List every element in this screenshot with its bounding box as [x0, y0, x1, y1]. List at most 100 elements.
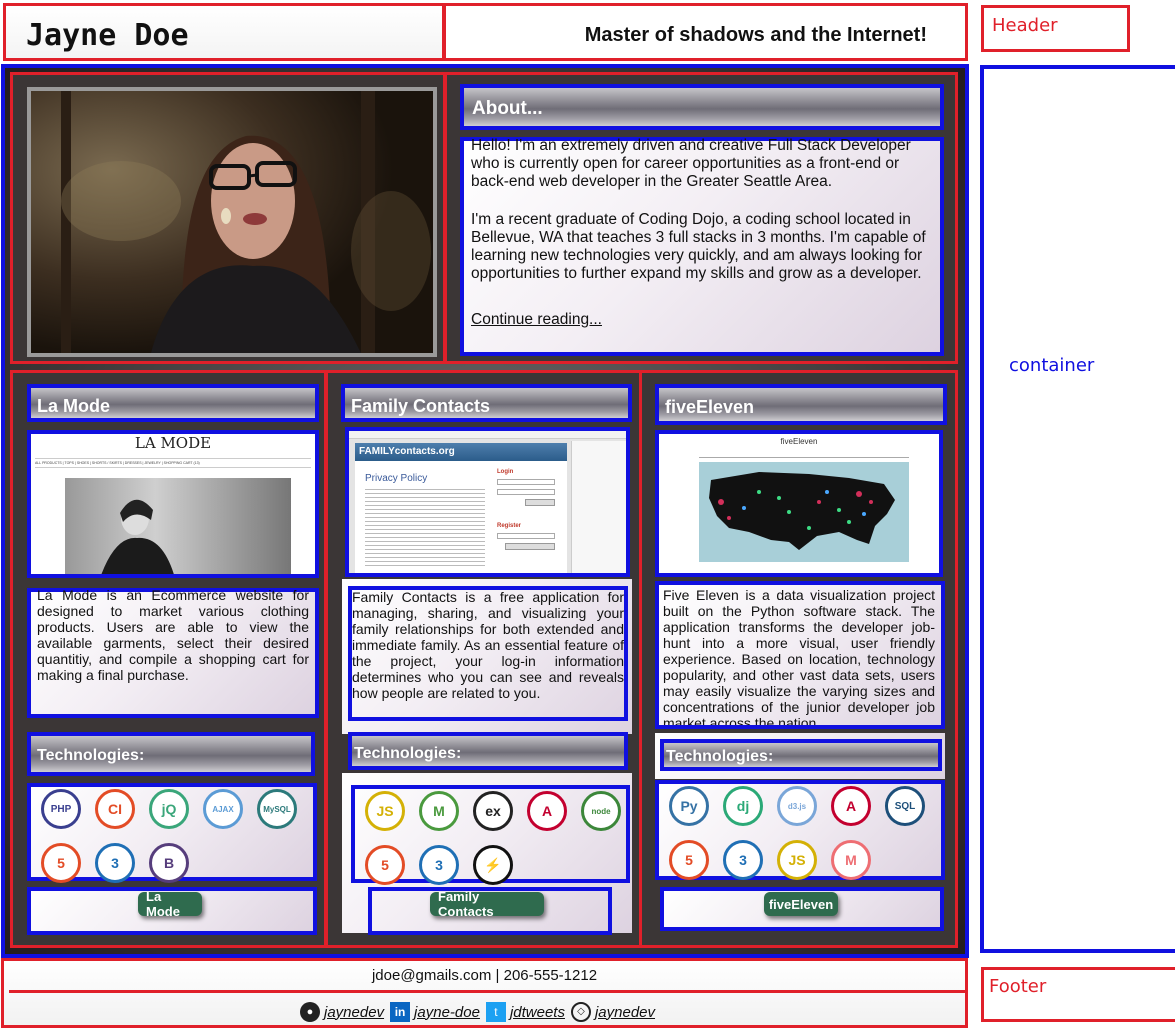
screenshot-email-field — [497, 533, 555, 539]
angular-icon: A — [831, 786, 871, 826]
profile-photo-box — [10, 72, 446, 364]
technology-icons: Py dj d3.js A SQL 5 3 JS M — [655, 780, 945, 880]
project-screenshot[interactable]: FAMILYcontacts.org Privacy Policy Login … — [345, 427, 630, 577]
screenshot-login-field — [497, 479, 555, 485]
screenshot-side-panel — [571, 441, 626, 573]
linkedin-icon[interactable]: in — [390, 1002, 411, 1022]
screenshot-tabs — [699, 454, 909, 458]
site-tagline: Master of shadows and the Internet! — [584, 24, 927, 46]
nodejs-icon: node — [581, 791, 621, 831]
css3-icon: 3 — [723, 840, 763, 880]
screenshot-browser-bar — [349, 431, 626, 439]
technologies-heading-text: Technologies: — [666, 748, 774, 765]
project-description-box: Five Eleven is a data visualization proj… — [655, 581, 945, 729]
project-card-lamode: La Mode LA MODE ALL PRODUCTS | TOPS | SH… — [10, 370, 327, 948]
screenshot-map — [699, 462, 909, 562]
about-box: About... Hello! I'm an extremely driven … — [444, 72, 958, 364]
project-description-box: La Mode is an Ecommerce website for desi… — [27, 587, 319, 718]
codeigniter-icon: CI — [95, 789, 135, 829]
footer-annotation-label: Footer — [989, 976, 1047, 997]
header-name-box: Jayne Doe — [3, 3, 445, 61]
project-title-bar: La Mode — [27, 384, 319, 422]
profile-photo — [27, 87, 437, 357]
css3-icon: 3 — [95, 843, 135, 883]
project-title: fiveEleven — [665, 397, 755, 417]
express-icon: ex — [473, 791, 513, 831]
project-title-bar: Family Contacts — [341, 384, 632, 422]
technologies-heading: Technologies: — [348, 732, 628, 770]
footer-link-github[interactable]: jaynedev — [324, 1004, 384, 1021]
project-button-fiveeleven[interactable]: fiveEleven — [764, 892, 838, 916]
project-title: Family Contacts — [351, 396, 491, 416]
ajax-icon: AJAX — [203, 789, 243, 829]
footer-divider — [9, 990, 965, 993]
footer-link-codepen[interactable]: jaynedev — [595, 1004, 655, 1021]
technologies-heading: Technologies: — [660, 739, 942, 771]
screenshot-register-label: Register — [497, 523, 522, 529]
container-annotation-label: container — [1009, 355, 1095, 376]
project-button-lamode[interactable]: La Mode — [138, 889, 202, 919]
container-annotation-box: container — [980, 65, 1175, 953]
screenshot-nav: ALL PRODUCTS | TOPS | SHOES | SHORTS / S… — [35, 458, 311, 468]
technologies-heading: Technologies: — [27, 732, 315, 776]
sqlite-icon: SQL — [885, 786, 925, 826]
technologies-heading-text: Technologies: — [37, 747, 145, 764]
javascript-icon: JS — [777, 840, 817, 880]
screenshot-text-lines — [365, 489, 485, 569]
socketio-icon: ⚡ — [473, 845, 513, 885]
screenshot-login-label: Login — [497, 469, 514, 475]
footer-contact: jdoe@gmails.com | 206-555-1212 — [371, 967, 598, 984]
d3js-icon: d3.js — [777, 786, 817, 826]
jquery-icon: jQ — [149, 789, 189, 829]
project-title: La Mode — [37, 396, 111, 416]
footer-link-linkedin[interactable]: jayne-doe — [414, 1004, 480, 1021]
screenshot-hero-image — [65, 478, 291, 574]
footer: jdoe@gmails.com | 206-555-1212 ● jaynede… — [1, 958, 968, 1028]
mysql-icon: MySQL — [257, 789, 297, 829]
screenshot-title: fiveEleven — [780, 437, 818, 446]
project-button-box: Family Contacts — [368, 887, 612, 935]
codepen-icon[interactable]: ◇ — [570, 1002, 591, 1022]
twitter-icon[interactable]: t — [485, 1002, 506, 1022]
site-name: Jayne Doe — [26, 18, 189, 53]
project-card-fiveeleven: fiveEleven fiveEleven Five Eleven is a d… — [639, 370, 958, 948]
screenshot-site-logo: FAMILYcontacts.org — [359, 446, 455, 457]
javascript-icon: JS — [365, 791, 405, 831]
project-description-box: Family Contacts is a free application fo… — [348, 586, 628, 721]
screenshot-site-header: FAMILYcontacts.org — [355, 443, 567, 461]
python-icon: Py — [669, 786, 709, 826]
header-annotation-box: Header — [981, 5, 1130, 52]
project-description: Family Contacts is a free application fo… — [352, 589, 624, 701]
github-icon[interactable]: ● — [300, 1002, 320, 1022]
screenshot-password-field — [497, 489, 555, 495]
html5-icon: 5 — [669, 840, 709, 880]
about-heading: About... — [460, 84, 944, 130]
header-annotation-label: Header — [992, 15, 1058, 36]
screenshot-page: Privacy Policy Login Register — [355, 461, 567, 573]
project-button-familycontacts[interactable]: Family Contacts — [430, 889, 544, 919]
about-content: Hello! I'm an extremely driven and creat… — [460, 137, 944, 356]
html5-icon: 5 — [365, 845, 405, 885]
mongodb-icon: M — [419, 791, 459, 831]
about-paragraph-2: I'm a recent graduate of Coding Dojo, a … — [471, 211, 926, 282]
technology-icons: JS Mex Anode 5 3 ⚡ — [351, 785, 630, 885]
footer-annotation-box: Footer — [981, 967, 1175, 1022]
screenshot-page-heading: Privacy Policy — [365, 473, 428, 484]
php-icon: PHP — [41, 789, 81, 829]
footer-link-twitter[interactable]: jdtweets — [510, 1004, 565, 1021]
project-button-box: La Mode — [27, 887, 317, 935]
materialize-icon: M — [831, 840, 871, 880]
continue-reading-link[interactable]: Continue reading... — [471, 311, 602, 329]
about-paragraph-1: Hello! I'm an extremely driven and creat… — [471, 137, 911, 190]
project-description: Five Eleven is a data visualization proj… — [663, 587, 935, 725]
footer-social-links: ● jaynedev in jayne-doe t jdtweets ◇ jay… — [300, 1001, 655, 1023]
project-screenshot[interactable]: fiveEleven — [655, 430, 943, 577]
screenshot-login-button — [525, 499, 555, 506]
about-heading-text: About... — [472, 98, 543, 119]
project-button-box: fiveEleven — [660, 887, 944, 931]
html5-icon: 5 — [41, 843, 81, 883]
screenshot-title: LA MODE — [134, 434, 212, 452]
screenshot-verify-button — [505, 543, 555, 550]
bootstrap-icon: B — [149, 843, 189, 883]
project-screenshot[interactable]: LA MODE ALL PRODUCTS | TOPS | SHOES | SH… — [27, 430, 319, 578]
